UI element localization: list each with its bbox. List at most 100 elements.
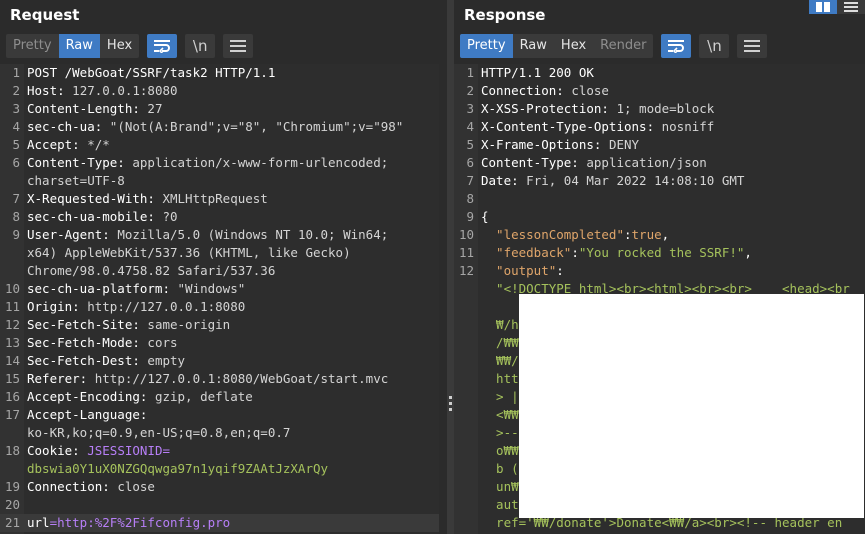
response-line: 1 HTTP/1.1 200 OK xyxy=(454,64,865,82)
json-string: ₩₩/ xyxy=(481,353,519,368)
json-string: b ( xyxy=(481,461,519,476)
line-text: Sec-Fetch-Site: same-origin xyxy=(27,316,439,334)
response-menu-button[interactable] xyxy=(737,34,768,58)
line-text: "output": xyxy=(481,262,865,280)
line-number: 4 xyxy=(12,119,20,134)
line-number: 8 xyxy=(12,209,20,224)
json-colon: : xyxy=(624,227,632,242)
request-line: 20 xyxy=(0,496,439,514)
line-number: 2 xyxy=(466,83,474,98)
split-view-icon xyxy=(816,2,830,12)
json-string: o₩₩ xyxy=(481,443,519,458)
line-number: 5 xyxy=(12,137,20,152)
header-value: charset=UTF-8 xyxy=(27,173,125,188)
header-name: Connection: xyxy=(27,479,110,494)
line-number: 15 xyxy=(4,371,20,386)
response-toolbar: Pretty Raw Hex Render \n xyxy=(460,34,768,58)
request-line: charset=UTF-8 xyxy=(0,172,439,190)
request-line: 14 Sec-Fetch-Dest: empty xyxy=(0,352,439,370)
header-value: x64) AppleWebKit/537.36 (KHTML, like Gec… xyxy=(27,245,351,260)
json-key: "output" xyxy=(481,263,557,278)
header-value: 1; mode=block xyxy=(608,101,715,116)
line-text: Connection: close xyxy=(481,82,865,100)
header-value: Chrome/98.0.4758.82 Safari/537.36 xyxy=(27,263,276,278)
request-line: 10 sec-ch-ua-platform: "Windows" xyxy=(0,280,439,298)
header-name: Accept-Encoding: xyxy=(27,389,148,404)
response-line: 6 Content-Type: application/json xyxy=(454,154,865,172)
layout-split-button[interactable] xyxy=(809,0,837,14)
request-line: Chrome/98.0.4758.82 Safari/537.36 xyxy=(0,262,439,280)
line-number: 1 xyxy=(12,65,20,80)
request-line: 2 Host: 127.0.0.1:8080 xyxy=(0,82,439,100)
tab-raw[interactable]: Raw xyxy=(513,34,554,58)
request-line: dbswia0Y1uX0NZGQqwga97n1yqif9ZAAtJzXArQy xyxy=(0,460,439,478)
response-wrap-lines-button[interactable] xyxy=(661,34,692,58)
response-line: 12 "output": xyxy=(454,262,865,280)
line-text: sec-ch-ua-mobile: ?0 xyxy=(27,208,439,226)
header-value: DENY xyxy=(601,137,640,152)
header-value: JSESSIONID= xyxy=(79,443,170,458)
response-newline-button[interactable]: \n xyxy=(699,34,730,58)
header-value: empty xyxy=(139,353,186,368)
request-wrap-lines-button[interactable] xyxy=(147,34,178,58)
json-string: >-- xyxy=(481,425,519,440)
header-name: Date: xyxy=(481,173,519,188)
layout-stack-button[interactable] xyxy=(837,0,865,14)
request-newline-button[interactable]: \n xyxy=(185,34,216,58)
line-text: Origin: http://127.0.0.1:8080 xyxy=(27,298,439,316)
header-name: X-Frame-Options: xyxy=(481,137,602,152)
line-number: 14 xyxy=(4,353,20,368)
line-number: 10 xyxy=(4,281,20,296)
json-colon: : xyxy=(556,263,564,278)
line-text: Sec-Fetch-Dest: empty xyxy=(27,352,439,370)
header-value: */* xyxy=(79,137,110,152)
line-text: X-XSS-Protection: 1; mode=block xyxy=(481,100,865,118)
header-value: http://127.0.0.1:8080/WebGoat/start.mvc xyxy=(87,371,389,386)
header-value: close xyxy=(563,83,609,98)
line-number: 9 xyxy=(466,209,474,224)
header-value: same-origin xyxy=(139,317,231,332)
header-name: Host: xyxy=(27,83,65,98)
line-text: Content-Type: application/json xyxy=(481,154,865,172)
tab-pretty[interactable]: Pretty xyxy=(460,34,513,58)
response-line: 10 "lessonCompleted":true, xyxy=(454,226,865,244)
response-line: 7 Date: Fri, 04 Mar 2022 14:08:10 GMT xyxy=(454,172,865,190)
line-number: 10 xyxy=(458,227,474,242)
tab-hex[interactable]: Hex xyxy=(100,34,139,58)
response-line: 2 Connection: close xyxy=(454,82,865,100)
json-string: htt xyxy=(481,371,519,386)
request-line: 21 url=http:%2F%2Fifconfig.pro xyxy=(0,514,439,532)
pane-divider[interactable] xyxy=(447,0,454,534)
hamburger-menu-icon xyxy=(230,40,247,52)
request-line: 7 X-Requested-With: XMLHttpRequest xyxy=(0,190,439,208)
line-text: "lessonCompleted":true, xyxy=(481,226,865,244)
json-string: aut xyxy=(481,497,519,512)
line-number: 9 xyxy=(12,227,20,242)
response-editor[interactable]: 1 HTTP/1.1 200 OK 2 Connection: close 3 X-XSS… xyxy=(454,64,865,534)
header-name: X-Requested-With: xyxy=(27,191,155,206)
tab-pretty[interactable]: Pretty xyxy=(6,34,59,58)
header-value: "(Not(A:Brand";v="8", "Chromium";v="98" xyxy=(102,119,404,134)
line-text: X-Requested-With: XMLHttpRequest xyxy=(27,190,439,208)
line-text: Cookie: JSESSIONID= xyxy=(27,442,439,460)
line-text: Accept: */* xyxy=(27,136,439,154)
request-editor[interactable]: 1 POST /WebGoat/SSRF/task2 HTTP/1.1 2 Host:… xyxy=(0,64,439,534)
header-name: X-XSS-Protection: xyxy=(481,101,609,116)
request-line: 6 Content-Type: application/x-www-form-ur… xyxy=(0,154,439,172)
divider-grip-icon[interactable] xyxy=(449,396,452,412)
response-line: 9{ xyxy=(454,208,865,226)
response-line: 8 xyxy=(454,190,865,208)
header-value: close xyxy=(109,479,155,494)
request-line: ko-KR,ko;q=0.9,en-US;q=0.8,en;q=0.7 xyxy=(0,424,439,442)
line-text: Host: 127.0.0.1:8080 xyxy=(27,82,439,100)
json-string: /₩₩ xyxy=(481,335,519,350)
tab-hex[interactable]: Hex xyxy=(554,34,593,58)
tab-render[interactable]: Render xyxy=(593,34,653,58)
tab-raw[interactable]: Raw xyxy=(58,34,100,58)
request-menu-button[interactable] xyxy=(223,34,254,58)
header-value: ko-KR,ko;q=0.9,en-US;q=0.8,en;q=0.7 xyxy=(27,425,291,440)
header-name: sec-ch-ua-platform: xyxy=(27,281,170,296)
line-text: sec-ch-ua: "(Not(A:Brand";v="8", "Chromi… xyxy=(27,118,439,136)
header-name: Connection: xyxy=(481,83,564,98)
line-number: 12 xyxy=(458,263,474,278)
